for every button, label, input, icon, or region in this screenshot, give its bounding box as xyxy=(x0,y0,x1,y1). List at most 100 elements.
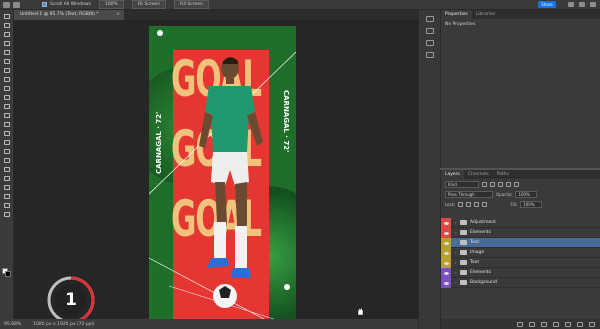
fit-screen-button[interactable]: Fit Screen xyxy=(131,0,166,9)
layer-style-icon[interactable] xyxy=(529,321,535,327)
share-button[interactable]: Share xyxy=(538,1,556,8)
visibility-eye-icon[interactable] xyxy=(441,268,451,278)
lock-all-icon[interactable] xyxy=(482,201,488,207)
clone-stamp-tool-icon[interactable] xyxy=(3,104,11,110)
swatches-panel-icon[interactable] xyxy=(426,52,434,58)
rectangle-tool-icon[interactable] xyxy=(3,185,11,191)
new-layer-icon[interactable] xyxy=(577,321,583,327)
pen-tool-icon[interactable] xyxy=(3,158,11,164)
pixel-filter-icon[interactable] xyxy=(482,181,487,187)
kind-filter-select[interactable]: Kind xyxy=(445,180,479,188)
zoom-100-button[interactable]: 100% xyxy=(98,0,124,9)
dodge-tool-icon[interactable] xyxy=(3,149,11,155)
adjustments-panel-icon[interactable] xyxy=(426,28,434,34)
chevron-right-icon[interactable]: › xyxy=(455,220,459,225)
type-filter-icon[interactable] xyxy=(498,181,503,187)
tab-paths[interactable]: Paths xyxy=(493,170,513,179)
eraser-tool-icon[interactable] xyxy=(3,122,11,128)
brush-tool-icon[interactable] xyxy=(3,95,11,101)
arrange-icon[interactable] xyxy=(590,2,596,7)
blur-tool-icon[interactable] xyxy=(3,140,11,146)
layer-row[interactable]: › Text xyxy=(441,238,600,248)
document-tab[interactable]: Untitled-1 @ 95.7% (Text, RGB/8) * × xyxy=(14,10,124,20)
decorative-dot xyxy=(284,284,290,290)
fill-screen-button[interactable]: Fill Screen xyxy=(173,0,209,9)
layer-row[interactable]: › Elements xyxy=(441,268,600,278)
history-panel-icon[interactable] xyxy=(426,16,434,22)
visibility-eye-icon[interactable] xyxy=(441,218,451,228)
eyedropper-tool-icon[interactable] xyxy=(3,77,11,83)
layer-row[interactable]: › Background xyxy=(441,278,600,288)
background-color-swatch[interactable] xyxy=(5,271,11,277)
layer-list: › Adjustment › Elements › Text › Image ›… xyxy=(441,218,600,288)
panel-dock-strip xyxy=(418,10,440,329)
marquee-tool-icon[interactable] xyxy=(3,32,11,38)
search-icon[interactable] xyxy=(568,2,574,7)
chevron-right-icon[interactable]: › xyxy=(455,240,459,245)
visibility-eye-icon[interactable] xyxy=(441,258,451,268)
fill-input[interactable]: 100% xyxy=(520,200,543,208)
layer-row[interactable]: › Image xyxy=(441,248,600,258)
layer-row[interactable]: › Adjustment xyxy=(441,218,600,228)
crop-tool-icon[interactable] xyxy=(3,59,11,65)
properties-panel: Properties Libraries No Properties xyxy=(440,10,600,168)
healing-brush-tool-icon[interactable] xyxy=(3,86,11,92)
lock-pixels-icon[interactable] xyxy=(458,201,464,207)
adjustment-filter-icon[interactable] xyxy=(490,181,495,187)
more-tools-icon[interactable] xyxy=(3,212,11,218)
type-tool-icon[interactable] xyxy=(3,167,11,173)
chevron-right-icon[interactable]: › xyxy=(455,250,459,255)
tab-layers[interactable]: Layers xyxy=(441,170,464,179)
tab-channels[interactable]: Channels xyxy=(464,170,493,179)
frame-tool-icon[interactable] xyxy=(3,68,11,74)
layer-row[interactable]: › Text xyxy=(441,258,600,268)
visibility-eye-icon[interactable] xyxy=(441,238,451,248)
artboard[interactable]: GOAL GOAL GOAL xyxy=(149,26,296,329)
magic-wand-tool-icon[interactable] xyxy=(3,50,11,56)
visibility-eye-icon[interactable] xyxy=(441,228,451,238)
link-layers-icon[interactable] xyxy=(517,321,523,327)
blend-mode-select[interactable]: Pass Through xyxy=(445,190,493,198)
visibility-eye-icon[interactable] xyxy=(441,278,451,288)
scroll-all-windows-checkbox[interactable] xyxy=(42,2,47,7)
add-mask-icon[interactable] xyxy=(541,321,547,327)
lock-position-icon[interactable] xyxy=(466,201,472,207)
lasso-tool-icon[interactable] xyxy=(3,41,11,47)
shape-filter-icon[interactable] xyxy=(506,181,511,187)
canvas-area[interactable]: GOAL GOAL GOAL xyxy=(14,20,418,329)
home-icon[interactable] xyxy=(3,1,10,8)
document-size: 1080 px x 1920 px (72 ppi) xyxy=(33,321,95,327)
gradient-tool-icon[interactable] xyxy=(3,131,11,137)
hand-tool-icon[interactable] xyxy=(3,194,11,200)
close-tab-icon[interactable]: × xyxy=(116,10,120,20)
decorative-dot xyxy=(157,30,163,36)
folder-icon xyxy=(460,220,467,225)
move-tool-icon[interactable] xyxy=(3,14,11,20)
carnagal-vertical-text-left: CARNAGAL · 72' xyxy=(155,111,163,174)
properties-tabs: Properties Libraries xyxy=(441,10,600,19)
zoom-tool-icon[interactable] xyxy=(3,203,11,209)
fill-label: Fill: xyxy=(510,201,518,207)
new-group-icon[interactable] xyxy=(565,321,571,327)
opacity-input[interactable]: 100% xyxy=(515,190,538,198)
brush-panel-icon[interactable] xyxy=(426,40,434,46)
tab-properties[interactable]: Properties xyxy=(441,10,472,19)
chevron-right-icon[interactable]: › xyxy=(455,230,459,235)
layer-row[interactable]: › Elements xyxy=(441,228,600,238)
adjustment-layer-icon[interactable] xyxy=(553,321,559,327)
chevron-right-icon[interactable]: › xyxy=(455,280,459,285)
artboard-tool-icon[interactable] xyxy=(3,23,11,29)
delete-layer-icon[interactable] xyxy=(589,321,595,327)
visibility-eye-icon[interactable] xyxy=(441,248,451,258)
workspace-icon[interactable] xyxy=(579,2,585,7)
history-brush-tool-icon[interactable] xyxy=(3,113,11,119)
chevron-right-icon[interactable]: › xyxy=(455,260,459,265)
smart-object-filter-icon[interactable] xyxy=(514,181,519,187)
scroll-all-windows-label: Scroll All Windows xyxy=(50,2,91,7)
chevron-right-icon[interactable]: › xyxy=(455,270,459,275)
path-selection-tool-icon[interactable] xyxy=(3,176,11,182)
document-tab-title: Untitled-1 @ 95.7% (Text, RGB/8) * xyxy=(20,12,99,17)
zoom-level[interactable]: 95.68% xyxy=(4,322,21,327)
tab-libraries[interactable]: Libraries xyxy=(472,10,499,19)
lock-artboard-icon[interactable] xyxy=(474,201,480,207)
